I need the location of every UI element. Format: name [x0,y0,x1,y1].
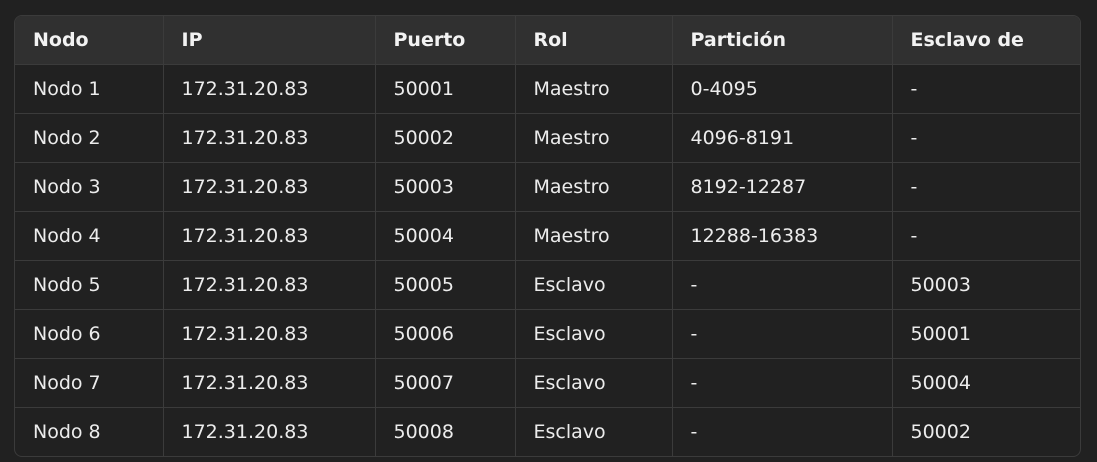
cluster-nodes-table: Nodo IP Puerto Rol Partición Esclavo de … [15,16,1080,456]
cell-esclavo-de: - [892,211,1080,261]
cell-rol: Esclavo [515,407,673,456]
header-particion: Partición [672,16,893,65]
cell-particion: 0-4095 [672,64,893,114]
cell-particion: - [672,260,893,310]
cell-puerto: 50007 [375,358,516,408]
header-rol: Rol [515,16,673,65]
cell-particion: - [672,407,893,456]
cell-ip: 172.31.20.83 [163,64,376,114]
table-row: Nodo 6 172.31.20.83 50006 Esclavo - 5000… [15,309,1080,359]
cell-esclavo-de: - [892,162,1080,212]
table-row: Nodo 4 172.31.20.83 50004 Maestro 12288-… [15,211,1080,261]
cell-ip: 172.31.20.83 [163,162,376,212]
cell-esclavo-de: 50001 [892,309,1080,359]
cell-nodo: Nodo 2 [15,113,164,163]
cell-nodo: Nodo 3 [15,162,164,212]
cell-particion: 12288-16383 [672,211,893,261]
table-row: Nodo 2 172.31.20.83 50002 Maestro 4096-8… [15,113,1080,163]
cell-nodo: Nodo 6 [15,309,164,359]
cell-puerto: 50005 [375,260,516,310]
cell-puerto: 50008 [375,407,516,456]
cell-rol: Maestro [515,162,673,212]
header-esclavo-de: Esclavo de [892,16,1080,65]
cell-ip: 172.31.20.83 [163,407,376,456]
cell-particion: - [672,358,893,408]
cell-rol: Esclavo [515,260,673,310]
header-ip: IP [163,16,376,65]
cell-puerto: 50004 [375,211,516,261]
cell-puerto: 50006 [375,309,516,359]
cell-esclavo-de: 50002 [910,420,971,443]
cell-rol: Maestro [515,113,673,163]
cell-ip: 172.31.20.83 [163,358,376,408]
cell-ip: 172.31.20.83 [163,113,376,163]
cell-rol: Esclavo [515,358,673,408]
table-body: Nodo 1 172.31.20.83 50001 Maestro 0-4095… [15,64,1080,456]
table-row: Nodo 5 172.31.20.83 50005 Esclavo - 5000… [15,260,1080,310]
cell-puerto: 50002 [375,113,516,163]
table-row: Nodo 3 172.31.20.83 50003 Maestro 8192-1… [15,162,1080,212]
cell-rol: Maestro [515,211,673,261]
cell-particion: 4096-8191 [672,113,893,163]
cell-nodo: Nodo 5 [15,260,164,310]
cluster-nodes-table-container: Nodo IP Puerto Rol Partición Esclavo de … [14,15,1081,457]
cell-puerto: 50003 [375,162,516,212]
table-row: Nodo 7 172.31.20.83 50007 Esclavo - 5000… [15,358,1080,408]
cell-esclavo-de: 50004 [892,358,1080,408]
cell-particion: 8192-12287 [672,162,893,212]
cell-nodo: Nodo 1 [15,64,164,114]
table-row: Nodo 8 172.31.20.83 50008 Esclavo - 5000… [15,407,1080,456]
cell-nodo: Nodo 7 [15,358,164,408]
cell-puerto: 50001 [375,64,516,114]
header-row: Nodo IP Puerto Rol Partición Esclavo de [15,16,1080,65]
table-header: Nodo IP Puerto Rol Partición Esclavo de [15,16,1080,65]
cell-ip: 172.31.20.83 [163,211,376,261]
table-row: Nodo 1 172.31.20.83 50001 Maestro 0-4095… [15,64,1080,114]
cell-nodo: Nodo 4 [15,211,164,261]
cell-esclavo-de: - [892,64,1080,114]
cell-nodo: Nodo 8 [15,407,164,456]
cell-esclavo-de: 50003 [892,260,1080,310]
cell-rol: Esclavo [515,309,673,359]
cell-ip: 172.31.20.83 [163,309,376,359]
cell-esclavo-de: - [892,113,1080,163]
cell-rol: Maestro [515,64,673,114]
header-puerto: Puerto [375,16,516,65]
header-nodo: Nodo [15,16,164,65]
cell-particion: - [672,309,893,359]
cell-ip: 172.31.20.83 [163,260,376,310]
